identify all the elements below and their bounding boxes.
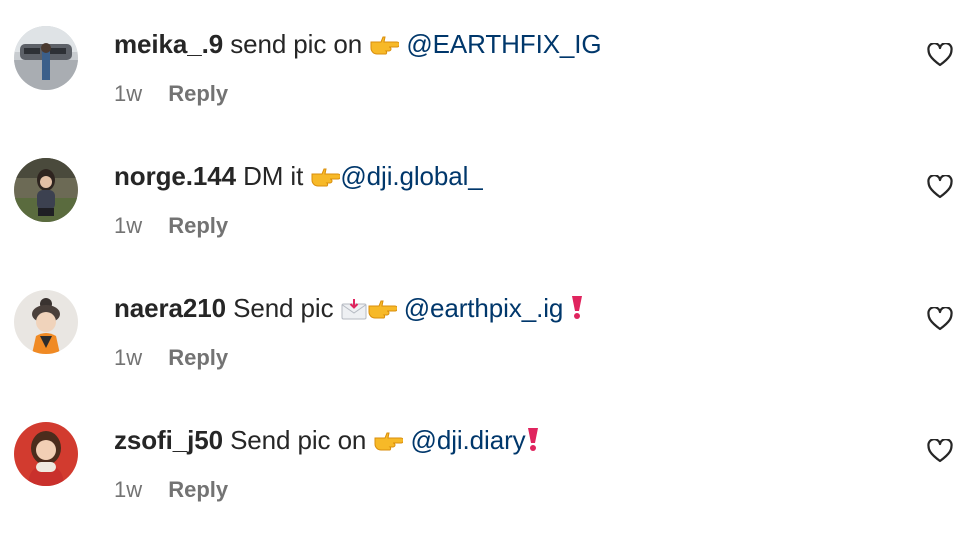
- reply-button[interactable]: Reply: [168, 477, 228, 502]
- heart-outline-icon: [927, 42, 953, 67]
- comment-mention-link[interactable]: @EARTHFIX_IG: [406, 29, 601, 59]
- comment-text-line: naera210 Send pic @earthpix_.ig: [114, 292, 584, 327]
- comment-item: meika_.9 send pic on @EARTHFIX_IG 1w Rep…: [0, 26, 976, 146]
- comment-text: send pic on: [230, 29, 363, 59]
- comment-timestamp[interactable]: 1w: [114, 477, 142, 502]
- reply-button[interactable]: Reply: [168, 345, 228, 370]
- heart-outline-icon: [927, 438, 953, 463]
- avatar[interactable]: [14, 422, 78, 486]
- comment-meta: 1w Reply: [114, 344, 228, 372]
- comment-username[interactable]: zsofi_j50: [114, 425, 223, 455]
- avatar[interactable]: [14, 26, 78, 90]
- heart-outline-icon: [927, 174, 953, 199]
- like-button[interactable]: [927, 174, 953, 199]
- comment-timestamp[interactable]: 1w: [114, 213, 142, 238]
- comment-text: Send pic: [233, 293, 334, 323]
- like-button[interactable]: [927, 306, 953, 331]
- point-right-emoji-icon: [373, 427, 405, 459]
- avatar[interactable]: [14, 290, 78, 354]
- comments-list: meika_.9 send pic on @EARTHFIX_IG 1w Rep…: [0, 0, 976, 538]
- point-right-emoji-icon: [369, 31, 401, 63]
- red-exclamation-emoji-icon: [526, 426, 540, 459]
- red-exclamation-emoji-icon: [570, 294, 584, 327]
- avatar[interactable]: [14, 158, 78, 222]
- comment-text-line: meika_.9 send pic on @EARTHFIX_IG: [114, 28, 602, 63]
- comment-username[interactable]: meika_.9: [114, 29, 223, 59]
- comment-timestamp[interactable]: 1w: [114, 345, 142, 370]
- like-button[interactable]: [927, 438, 953, 463]
- avatar-photo: [14, 422, 78, 486]
- avatar-photo: [14, 158, 78, 222]
- heart-outline-icon: [927, 306, 953, 331]
- reply-button[interactable]: Reply: [168, 213, 228, 238]
- comment-text: DM it: [243, 161, 304, 191]
- comment-meta: 1w Reply: [114, 80, 228, 108]
- comment-text: Send pic on: [230, 425, 367, 455]
- comment-username[interactable]: norge.144: [114, 161, 236, 191]
- comment-text-line: zsofi_j50 Send pic on @dji.diary: [114, 424, 540, 459]
- comment-timestamp[interactable]: 1w: [114, 81, 142, 106]
- comment-item: naera210 Send pic @earthpix_.ig 1w Reply: [0, 290, 976, 410]
- comment-text-line: norge.144 DM it @dji.global_: [114, 160, 483, 195]
- comment-mention-link[interactable]: @dji.global_: [340, 161, 482, 191]
- avatar-photo: [14, 290, 78, 354]
- envelope-arrow-emoji-icon: [341, 295, 367, 327]
- comment-item: zsofi_j50 Send pic on @dji.diary 1w Repl…: [0, 422, 976, 542]
- reply-button[interactable]: Reply: [168, 81, 228, 106]
- comment-mention-link[interactable]: @dji.diary: [411, 425, 526, 455]
- like-button[interactable]: [927, 42, 953, 67]
- comment-mention-link[interactable]: @earthpix_.ig: [404, 293, 564, 323]
- comment-meta: 1w Reply: [114, 212, 228, 240]
- point-right-emoji-icon: [367, 295, 398, 327]
- comment-username[interactable]: naera210: [114, 293, 226, 323]
- comment-item: norge.144 DM it @dji.global_ 1w Reply: [0, 158, 976, 278]
- comment-meta: 1w Reply: [114, 476, 228, 504]
- avatar-photo: [14, 26, 78, 90]
- point-right-emoji-icon: [310, 163, 342, 195]
